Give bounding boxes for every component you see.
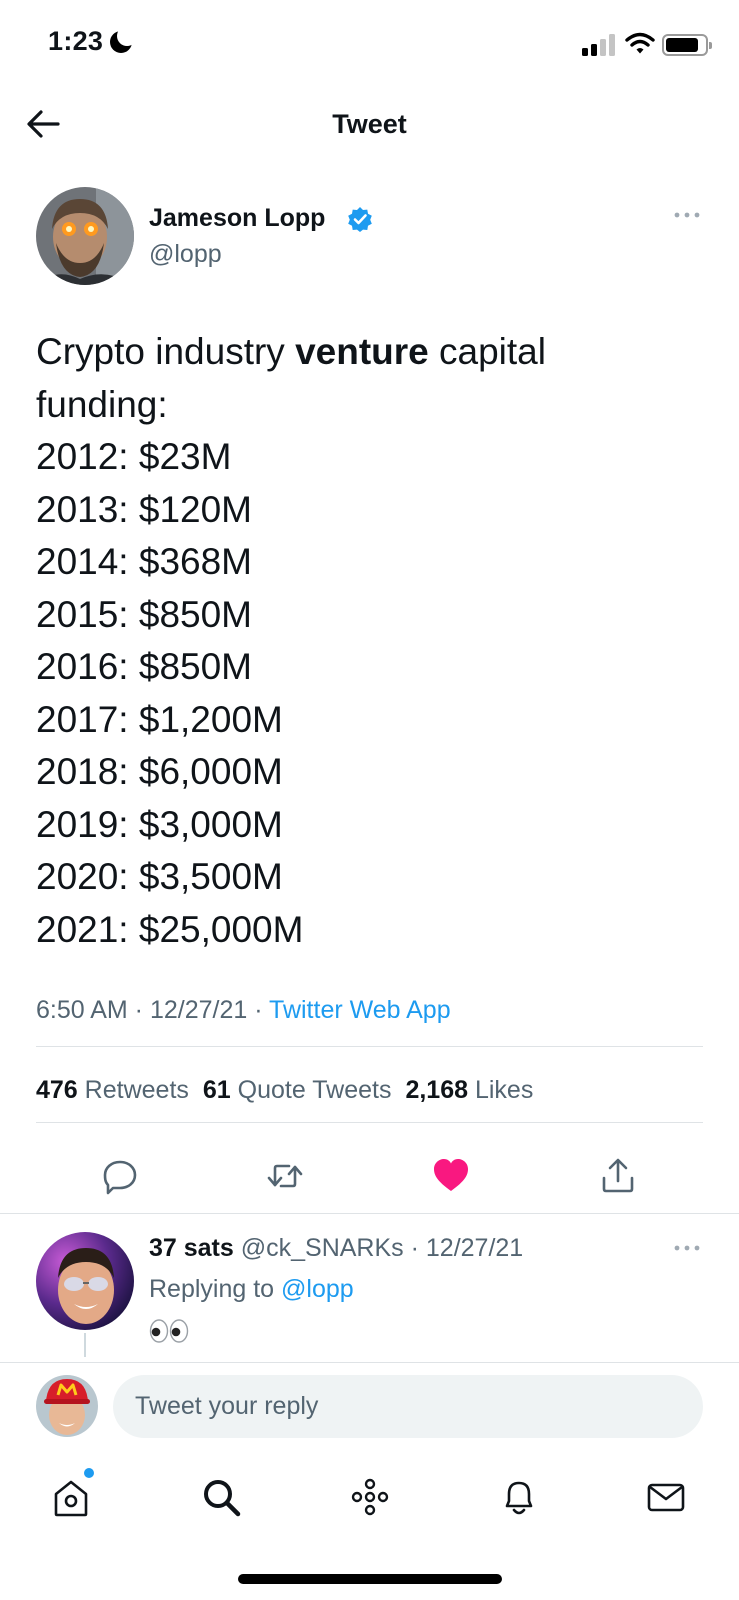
likes-label: Likes bbox=[474, 1076, 534, 1104]
tweet-source-link[interactable]: Twitter Web App bbox=[269, 996, 451, 1024]
verified-badge-icon bbox=[348, 207, 372, 232]
more-options-icon[interactable] bbox=[672, 205, 702, 225]
author-handle[interactable]: @lopp bbox=[149, 240, 222, 269]
replying-to-label: Replying to bbox=[149, 1275, 275, 1303]
tweet-text-line: funding: bbox=[36, 383, 168, 425]
home-icon[interactable] bbox=[48, 1474, 94, 1520]
notifications-bell-icon[interactable] bbox=[496, 1474, 542, 1520]
status-bar: 1:23 bbox=[0, 0, 739, 90]
funding-line: 2018: $6,000M bbox=[36, 751, 283, 792]
reply-more-options-icon[interactable] bbox=[672, 1238, 702, 1258]
funding-line: 2020: $3,500M bbox=[36, 856, 283, 897]
do-not-disturb-moon-icon bbox=[110, 26, 137, 53]
meta-separator: · bbox=[247, 996, 270, 1024]
reply-date: 12/27/21 bbox=[425, 1234, 524, 1262]
funding-line: 2014: $368M bbox=[36, 541, 253, 582]
tweet-text-line: Crypto industry venture capital bbox=[36, 326, 716, 379]
reply-header: 37 sats @ck_SNARKs · 12/27/21 bbox=[149, 1234, 523, 1263]
battery-icon bbox=[662, 34, 712, 56]
tweet-text: Crypto industry venture capital funding:… bbox=[36, 326, 716, 956]
home-indicator bbox=[238, 1574, 502, 1584]
tweet-time: 6:50 AM bbox=[36, 996, 128, 1024]
likes-stat[interactable]: 2,168 Likes bbox=[405, 1076, 533, 1104]
section-divider bbox=[0, 1213, 739, 1214]
liked-heart-icon[interactable] bbox=[431, 1156, 471, 1196]
quote-tweets-stat[interactable]: 61 Quote Tweets bbox=[203, 1076, 392, 1104]
spaces-icon[interactable] bbox=[347, 1474, 393, 1520]
tweet-text-bold: venture bbox=[295, 331, 429, 372]
tweet-meta: 6:50 AM · 12/27/21 · Twitter Web App bbox=[36, 996, 451, 1025]
current-user-avatar[interactable] bbox=[36, 1375, 98, 1437]
tweet-stats: 476 Retweets 61 Quote Tweets 2,168 Likes bbox=[36, 1076, 533, 1105]
wifi-icon bbox=[625, 32, 655, 54]
funding-line: 2012: $23M bbox=[36, 436, 232, 477]
tweet-date: 12/27/21 bbox=[149, 996, 248, 1024]
search-icon[interactable] bbox=[198, 1474, 244, 1520]
funding-line: 2021: $25,000M bbox=[36, 908, 304, 950]
divider bbox=[36, 1046, 703, 1047]
reply-author-name[interactable]: 37 sats bbox=[149, 1234, 234, 1262]
meta-separator: · bbox=[127, 996, 150, 1024]
tweet-text-segment: capital bbox=[428, 331, 546, 372]
quote-tweets-label: Quote Tweets bbox=[237, 1076, 392, 1104]
cellular-signal-icon bbox=[582, 34, 618, 56]
quote-tweets-count: 61 bbox=[202, 1076, 231, 1104]
retweets-stat[interactable]: 476 Retweets bbox=[36, 1076, 189, 1104]
funding-line: 2019: $3,000M bbox=[36, 803, 283, 845]
status-time: 1:23 bbox=[48, 26, 104, 56]
likes-count: 2,168 bbox=[405, 1076, 469, 1104]
funding-line: 2015: $850M bbox=[36, 593, 253, 635]
author-avatar[interactable] bbox=[36, 187, 134, 285]
author-name[interactable]: Jameson Lopp bbox=[149, 204, 325, 233]
header-bar: Tweet bbox=[0, 95, 739, 155]
funding-line: 2016: $850M bbox=[36, 646, 253, 687]
reply-author-handle[interactable]: @ck_SNARKs bbox=[241, 1234, 404, 1262]
retweet-icon[interactable] bbox=[265, 1156, 305, 1196]
tweet-reply-input[interactable] bbox=[113, 1375, 703, 1438]
section-divider bbox=[0, 1362, 739, 1363]
reply-icon[interactable] bbox=[100, 1156, 140, 1196]
replying-to: Replying to @lopp bbox=[149, 1275, 354, 1304]
retweets-count: 476 bbox=[36, 1076, 78, 1104]
notification-dot bbox=[84, 1468, 94, 1478]
meta-separator: · bbox=[403, 1234, 426, 1262]
funding-line: 2017: $1,200M bbox=[36, 698, 283, 740]
page-title: Tweet bbox=[332, 109, 407, 139]
reply-author-avatar[interactable] bbox=[36, 1232, 134, 1330]
messages-mail-icon[interactable] bbox=[643, 1474, 689, 1520]
replying-to-mention[interactable]: @lopp bbox=[281, 1275, 354, 1303]
tweet-text-segment: Crypto industry bbox=[36, 331, 296, 372]
funding-line: 2013: $120M bbox=[36, 488, 253, 530]
retweets-label: Retweets bbox=[84, 1076, 189, 1104]
share-icon[interactable] bbox=[598, 1156, 638, 1196]
thread-connector-line bbox=[84, 1333, 86, 1357]
divider bbox=[36, 1122, 703, 1123]
eyes-emoji-icon bbox=[149, 1319, 189, 1343]
